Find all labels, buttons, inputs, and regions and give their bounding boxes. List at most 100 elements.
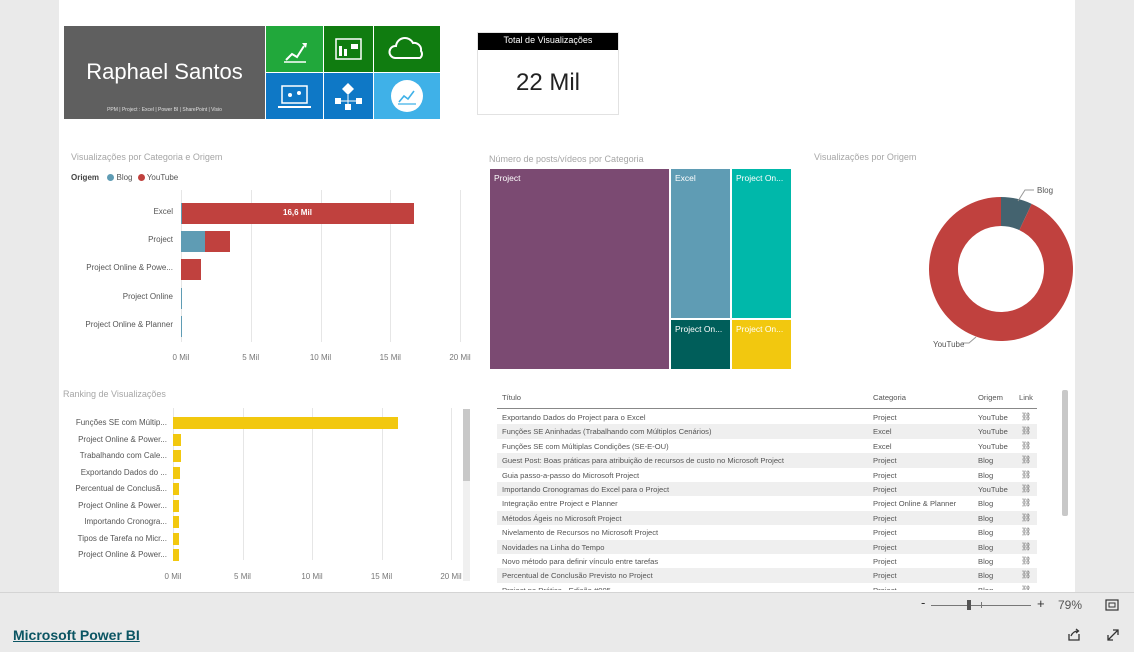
cell-origin: Blog bbox=[978, 586, 1016, 590]
cell-category: Project bbox=[873, 557, 897, 566]
bottom-bar: Microsoft Power BI bbox=[0, 616, 1134, 652]
link-icon[interactable]: ⛓ bbox=[1021, 441, 1031, 450]
fit-page-icon[interactable] bbox=[1105, 599, 1119, 611]
treemap-cell[interactable]: Project On... bbox=[731, 168, 792, 319]
bar1-bar-blog[interactable] bbox=[181, 315, 183, 337]
bar1-bar-youtube[interactable] bbox=[181, 259, 201, 281]
cell-category: Project bbox=[873, 413, 897, 422]
link-icon[interactable]: ⛓ bbox=[1021, 484, 1031, 493]
bar2-bar[interactable] bbox=[173, 466, 180, 479]
col-title[interactable]: Título bbox=[502, 393, 521, 402]
col-category[interactable]: Categoria bbox=[873, 393, 906, 402]
bar1-bar-blog[interactable] bbox=[181, 231, 205, 253]
bar-chart-category-origin: 0 Mil 5 Mil 10 Mil 15 Mil 20 Mil Excel Project… bbox=[59, 190, 479, 370]
growth-chart-icon bbox=[284, 43, 307, 63]
tile-growth[interactable] bbox=[266, 26, 323, 72]
tile-cloud[interactable] bbox=[374, 26, 440, 72]
ranking-scrollbar[interactable] bbox=[463, 409, 470, 581]
table-row[interactable]: Funções SE Aninhadas (Trabalhando com Mú… bbox=[497, 424, 1037, 439]
donut-leader-blog bbox=[1017, 189, 1034, 202]
report-canvas: Raphael Santos PPM | Project : Excel | P… bbox=[59, 0, 1075, 592]
profile-tile: Raphael Santos PPM | Project : Excel | P… bbox=[64, 26, 265, 119]
table-row[interactable]: Nivelamento de Recursos no Microsoft Pro… bbox=[497, 525, 1037, 539]
link-icon[interactable]: ⛓ bbox=[1021, 542, 1031, 551]
footer-area: - + 79% Microsoft Power BI bbox=[0, 592, 1134, 652]
table-row[interactable]: Novo método para definir vínculo entre t… bbox=[497, 554, 1037, 568]
link-icon[interactable]: ⛓ bbox=[1021, 412, 1031, 421]
treemap-cell[interactable]: Project On... bbox=[670, 319, 731, 370]
bar1-bar-blog[interactable] bbox=[181, 287, 183, 309]
cloud-icon bbox=[388, 37, 423, 59]
treemap-cell-label: Excel bbox=[675, 173, 696, 183]
zoom-slider-thumb[interactable] bbox=[967, 600, 971, 610]
link-icon[interactable]: ⛓ bbox=[1021, 470, 1031, 479]
bar1-bar-youtube[interactable] bbox=[204, 231, 230, 253]
col-link[interactable]: Link bbox=[1019, 393, 1033, 402]
table-row[interactable]: Integração entre Project e Planner Projec… bbox=[497, 496, 1037, 510]
bar-chart-title: Visualizações por Categoria e Origem bbox=[71, 152, 223, 162]
tile-presentation[interactable] bbox=[266, 73, 323, 119]
bar1-category-label: Project Online & Powe... bbox=[86, 263, 173, 273]
table-row[interactable]: Project na Prática - Edição #005 Project B… bbox=[497, 583, 1037, 590]
donut-slice-youtube[interactable] bbox=[929, 197, 1073, 341]
bar2-bar[interactable] bbox=[173, 499, 180, 512]
bar2-bar[interactable] bbox=[173, 433, 182, 446]
link-icon[interactable]: ⛓ bbox=[1021, 513, 1031, 522]
flowchart-icon bbox=[335, 83, 362, 110]
power-bi-link[interactable]: Microsoft Power BI bbox=[13, 627, 140, 643]
table-row[interactable]: Métodos Ágeis no Microsoft Project Projec… bbox=[497, 510, 1037, 526]
kpi-value: 22 Mil bbox=[515, 69, 581, 96]
tile-dashboard[interactable] bbox=[324, 26, 373, 72]
zoom-level: 79% bbox=[1058, 598, 1083, 612]
bar2-bar[interactable] bbox=[173, 417, 399, 429]
treemap-cell[interactable]: Project On... bbox=[731, 319, 792, 370]
bar2-xtick: 15 Mil bbox=[370, 572, 393, 581]
col-origin[interactable]: Origem bbox=[978, 393, 1003, 402]
zoom-out-button[interactable]: - bbox=[921, 595, 925, 610]
table-row[interactable]: Percentual de Conclusão Previsto no Proj… bbox=[497, 568, 1037, 583]
table-row[interactable]: Funções SE com Múltiplas Condições (SE-E… bbox=[497, 439, 1037, 453]
bar2-bar[interactable] bbox=[173, 532, 179, 545]
link-icon[interactable]: ⛓ bbox=[1021, 556, 1031, 565]
zoom-bar: - + 79% bbox=[0, 592, 1134, 616]
treemap-cell[interactable]: Excel bbox=[670, 168, 731, 319]
table-row[interactable]: Guia passo-a-passo do Microsoft Project P… bbox=[497, 468, 1037, 482]
donut-title: Visualizações por Origem bbox=[814, 152, 917, 162]
cell-title: Funções SE com Múltiplas Condições (SE-E… bbox=[502, 441, 669, 451]
link-icon[interactable]: ⛓ bbox=[1021, 527, 1031, 536]
tile-flowchart[interactable] bbox=[324, 73, 373, 119]
cell-title: Guia passo-a-passo do Microsoft Project bbox=[502, 470, 640, 480]
zoom-in-button[interactable]: + bbox=[1037, 596, 1045, 611]
cell-category: Project bbox=[873, 586, 973, 590]
bar2-bar[interactable] bbox=[173, 483, 180, 495]
bar2-bar[interactable] bbox=[173, 450, 181, 462]
table-row[interactable]: Importando Cronogramas do Excel para o P… bbox=[497, 482, 1037, 497]
bar2-bar[interactable] bbox=[173, 549, 179, 561]
bar-legend[interactable]: Origem Blog YouTube bbox=[71, 173, 178, 182]
table-row[interactable]: Exportando Dados do Project para o Excel… bbox=[497, 410, 1037, 424]
table-row[interactable]: Novidades na Linha do Tempo Project Blog ⛓ bbox=[497, 539, 1037, 554]
cell-category: Project Online & Planner bbox=[873, 499, 957, 509]
bar2-bar[interactable] bbox=[173, 516, 180, 528]
fullscreen-icon[interactable] bbox=[1106, 628, 1120, 642]
bar1-category-label: Project Online bbox=[122, 291, 173, 301]
table-row[interactable]: Guest Post: Boas práticas para atribuiçã… bbox=[497, 453, 1037, 468]
legend-title: Origem bbox=[71, 173, 100, 182]
cell-origin: Blog bbox=[978, 499, 994, 509]
link-icon[interactable]: ⛓ bbox=[1021, 455, 1031, 464]
treemap-cell[interactable]: Project bbox=[489, 168, 670, 370]
link-icon[interactable]: ⛓ bbox=[1021, 570, 1031, 579]
tile-analytics[interactable] bbox=[374, 73, 440, 119]
link-icon[interactable]: ⛓ bbox=[1021, 585, 1031, 590]
table-scrollbar[interactable] bbox=[1062, 390, 1068, 516]
cell-origin: Blog bbox=[978, 456, 994, 466]
cell-origin: Blog bbox=[978, 542, 994, 552]
link-icon[interactable]: ⛓ bbox=[1021, 426, 1031, 435]
ranking-scroll-thumb[interactable] bbox=[463, 409, 470, 481]
zoom-tick bbox=[981, 602, 982, 608]
kpi-card: Total de Visualizações 22 Mil bbox=[477, 32, 619, 115]
share-icon[interactable] bbox=[1067, 628, 1081, 642]
bar2-xtick: 0 Mil bbox=[164, 572, 182, 581]
treemap-title: Número de posts/vídeos por Categoria bbox=[489, 154, 644, 164]
link-icon[interactable]: ⛓ bbox=[1021, 498, 1031, 507]
